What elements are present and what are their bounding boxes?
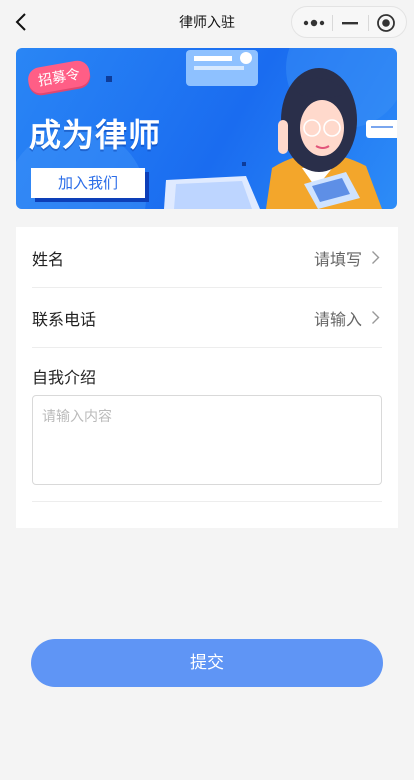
intro-label: 自我介绍	[32, 368, 97, 387]
capsule-divider	[332, 15, 333, 31]
phone-label: 联系电话	[32, 310, 97, 329]
capsule-divider	[368, 15, 369, 31]
name-input[interactable]: 请填写	[314, 246, 362, 270]
phone-input[interactable]: 请输入	[314, 306, 362, 330]
banner-title: 成为律师	[29, 116, 162, 154]
close-target-icon[interactable]	[376, 13, 396, 33]
intro-textarea[interactable]: 请输入内容	[32, 395, 382, 485]
nav-bar: 律师入驻	[0, 0, 414, 44]
more-dots-icon[interactable]	[303, 16, 325, 30]
chevron-right-icon	[372, 251, 380, 264]
recruitment-banner[interactable]: 招募令 成为律师 加入我们	[16, 48, 397, 209]
name-row[interactable]: 姓名 请填写	[32, 227, 382, 288]
submit-button[interactable]: 提交	[31, 639, 383, 687]
form-divider	[32, 501, 382, 502]
lawyer-form: 姓名 请填写 联系电话 请输入 自我介绍 请输入内容	[16, 227, 398, 528]
phone-row[interactable]: 联系电话 请输入	[32, 287, 382, 348]
mini-program-capsule	[291, 6, 407, 38]
join-us-button[interactable]: 加入我们	[31, 168, 145, 198]
minimize-icon[interactable]	[341, 16, 359, 30]
name-label: 姓名	[32, 250, 65, 269]
chevron-right-icon	[372, 311, 380, 324]
